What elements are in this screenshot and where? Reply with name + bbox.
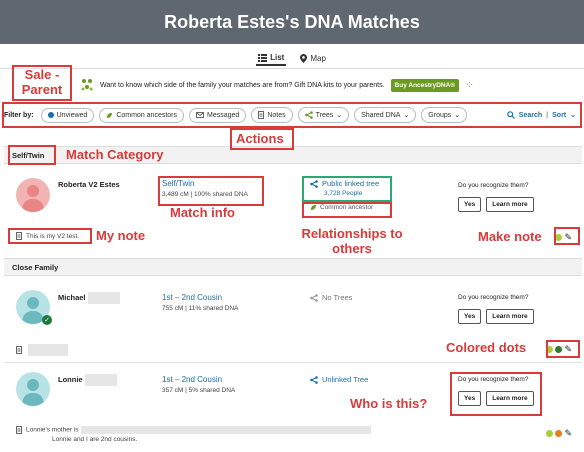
redacted-note <box>80 426 371 434</box>
tree-info: No Trees <box>310 293 352 302</box>
recognize-panel: Do you recognize them? Yes Learn more <box>458 294 534 324</box>
recognize-panel: Do you recognize them? Yes Learn more <box>458 182 534 212</box>
annotation-colored-dots: Colored dots <box>446 340 527 355</box>
buy-ancestrydna-button[interactable]: Buy AncestryDNA® <box>390 78 460 92</box>
tree-label: Unlinked Tree <box>322 375 369 384</box>
note-body: Lonnie's mother is Lonnie and I are 2nd … <box>26 426 371 443</box>
annotation-match-info: Match info <box>170 205 235 220</box>
relationship-label[interactable]: 1st – 2nd Cousin <box>162 375 235 384</box>
shared-dna: 357 cM | 5% shared DNA <box>162 387 236 394</box>
page-title: Roberta Estes's DNA Matches <box>164 11 420 32</box>
annotation-box-note <box>8 228 92 244</box>
annotation-box-make-note <box>554 227 580 245</box>
note-icon <box>16 346 22 354</box>
annotation-my-note: My note <box>96 228 146 243</box>
page-header: Roberta Estes's DNA Matches <box>0 0 584 44</box>
annotation-box-category <box>8 145 56 165</box>
no-trees: No Trees <box>310 293 352 302</box>
map-pin-icon <box>300 54 308 63</box>
annotation-who: Who is this? <box>350 396 428 411</box>
annotation-box-recognize <box>450 372 542 416</box>
match-name[interactable]: Roberta V2 Estes <box>58 180 120 189</box>
learn-more-button[interactable]: Learn more <box>486 197 534 212</box>
note-text: Lonnie's mother is <box>26 426 79 434</box>
tab-map-label: Map <box>310 54 326 63</box>
recognize-question: Do you recognize them? <box>458 294 529 301</box>
tree-info: Unlinked Tree <box>310 375 368 384</box>
match-note[interactable] <box>16 344 68 356</box>
annotation-sale: Sale - Parent <box>21 67 63 97</box>
family-icon <box>80 78 94 92</box>
avatar[interactable] <box>16 372 50 406</box>
yes-button[interactable]: Yes <box>458 197 482 212</box>
shared-dna: 755 cM | 11% shared DNA <box>162 305 239 312</box>
list-icon <box>258 53 268 62</box>
tree-icon <box>310 293 318 302</box>
divider <box>4 362 582 363</box>
annotation-make-note: Make note <box>478 229 542 244</box>
annotation-box-colored-dots <box>546 340 580 358</box>
view-tabs: List Map <box>0 49 584 69</box>
redacted-surname <box>87 292 120 304</box>
unlinked-tree[interactable]: Unlinked Tree <box>310 375 368 384</box>
promo-text: Want to know which side of the family yo… <box>100 81 385 89</box>
tree-label: No Trees <box>322 293 353 302</box>
color-dot[interactable] <box>555 430 563 437</box>
pencil-icon[interactable]: ✎ <box>564 428 572 439</box>
match-name-text: Michael <box>58 292 86 302</box>
annotation-box-match-info <box>158 176 264 206</box>
sparkle-icon: ⁘ <box>465 79 474 91</box>
match-relationship: 1st – 2nd Cousin 357 cM | 5% shared DNA <box>162 375 235 394</box>
redacted-surname <box>84 374 117 386</box>
annotation-box-common-ancestor <box>302 202 392 218</box>
tab-map[interactable]: Map <box>298 52 328 65</box>
note-text: Lonnie and I are 2nd cousins. <box>52 436 138 443</box>
note-line-2: Lonnie and I are 2nd cousins. <box>52 436 371 443</box>
annotation-relationships: Relationships to others <box>301 226 403 256</box>
note-line-1: Lonnie's mother is <box>26 426 371 434</box>
match-note[interactable]: Lonnie's mother is Lonnie and I are 2nd … <box>16 426 371 443</box>
learn-more-button[interactable]: Learn more <box>486 309 534 324</box>
annotation-box-filter-bar <box>2 102 582 128</box>
annotation-actions: Actions <box>236 131 284 146</box>
annotation-box-public-tree <box>302 176 392 202</box>
relationship-label[interactable]: 1st – 2nd Cousin <box>162 293 238 302</box>
match-name[interactable]: Michael <box>58 292 120 304</box>
yes-button[interactable]: Yes <box>458 309 482 324</box>
recognize-question: Do you recognize them? <box>458 182 529 189</box>
annotation-match-category: Match Category <box>66 147 164 162</box>
tree-icon <box>310 375 318 384</box>
promo-banner: Want to know which side of the family yo… <box>80 74 473 96</box>
redacted-note <box>28 344 68 356</box>
match-name[interactable]: Lonnie <box>58 374 117 386</box>
note-icon <box>16 426 22 434</box>
category-close-family: Close Family <box>4 258 582 276</box>
match-relationship: 1st – 2nd Cousin 755 cM | 11% shared DNA <box>162 293 238 312</box>
tab-list-label: List <box>270 53 285 62</box>
match-name-text: Lonnie <box>58 374 83 384</box>
color-dots[interactable]: ✎ <box>546 428 572 439</box>
color-dot[interactable] <box>546 430 554 437</box>
avatar[interactable] <box>16 178 50 212</box>
verified-badge-icon: ✓ <box>42 315 52 325</box>
tab-list[interactable]: List <box>256 51 287 66</box>
